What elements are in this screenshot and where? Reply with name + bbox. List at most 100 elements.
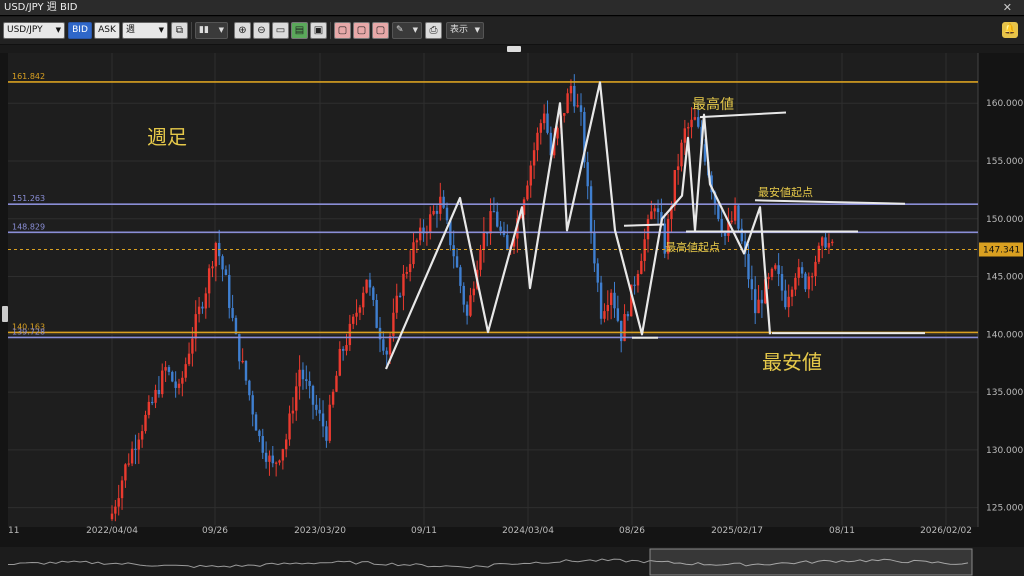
x-tick-label: 2023/03/20	[294, 526, 346, 536]
level-label: 139.728	[12, 327, 45, 336]
candle-body	[157, 389, 161, 395]
candle-body	[335, 375, 338, 392]
candle-body	[254, 414, 258, 431]
candle-body	[754, 289, 757, 314]
candle-body	[810, 276, 814, 278]
symbol-value: USD/JPY	[7, 25, 43, 35]
candle-body	[298, 369, 301, 387]
candle-body	[221, 256, 224, 270]
navigator-window[interactable]	[649, 548, 973, 576]
order-icon[interactable]: ▢	[334, 22, 351, 39]
candle-body	[774, 265, 777, 269]
alert-bell-icon[interactable]: 🔔	[1002, 22, 1018, 38]
candle-body	[650, 211, 653, 220]
candle-body	[268, 455, 271, 462]
candle-body	[184, 364, 187, 378]
ask-button[interactable]: ASK	[94, 22, 120, 39]
candle-body	[546, 113, 549, 133]
indicator-icon[interactable]: ▤	[291, 22, 308, 39]
candle-body	[680, 142, 683, 167]
candle-body	[140, 431, 144, 440]
candle-body	[110, 513, 114, 520]
annotation-segment[interactable]	[623, 223, 665, 227]
candle-body	[244, 360, 248, 381]
candle-body	[311, 385, 315, 405]
order-line-icon[interactable]: ▢	[353, 22, 370, 39]
candle-body	[191, 338, 194, 354]
candle-body	[817, 245, 821, 262]
candle-body	[345, 345, 348, 351]
close-icon[interactable]: ✕	[1003, 0, 1012, 16]
candlestick-icon: ▮▮	[199, 25, 209, 35]
x-tick-label: 08/11	[829, 526, 855, 536]
candle-body	[432, 210, 435, 215]
y-tick-label: 140.000	[986, 330, 1023, 340]
candle-body	[472, 288, 475, 296]
candle-body	[154, 389, 157, 403]
panel-collapse-handle[interactable]	[507, 46, 521, 52]
candle-body	[784, 290, 787, 308]
candle-body	[211, 266, 214, 269]
candle-body	[613, 292, 616, 309]
screenshot-icon[interactable]: ⎙	[425, 22, 442, 39]
candle-body	[365, 279, 368, 293]
window-title: USD/JPY 週 BID	[4, 2, 78, 13]
candle-body	[308, 381, 311, 386]
zoom-in-icon[interactable]: ⊕	[234, 22, 251, 39]
candle-body	[271, 455, 274, 464]
candle-body	[130, 448, 134, 464]
chart-toolbar: USD/JPY ▼ BID ASK 週 ▼ ⧉ ▮▮ ▼ ⊕ ⊖ ▭ ▤ ▣ ▢…	[0, 17, 1024, 45]
chevron-down-icon: ▼	[474, 26, 480, 34]
candle-body	[603, 311, 606, 319]
toolbar-divider	[191, 22, 192, 39]
level-label: 161.842	[12, 72, 45, 81]
candle-body	[352, 316, 355, 324]
chevron-down-icon: ▼	[412, 26, 418, 34]
candle-body	[214, 242, 218, 267]
candle-body	[566, 93, 569, 113]
candle-body	[676, 166, 680, 171]
candle-body	[576, 105, 579, 107]
scroll-end-icon[interactable]: ▣	[310, 22, 327, 39]
candle-body	[412, 242, 415, 265]
candle-body	[465, 304, 469, 316]
candle-body	[281, 449, 285, 461]
candle-body	[563, 112, 566, 116]
display-menu-label: 表示	[450, 25, 469, 35]
timeframe-select[interactable]: 週 ▼	[122, 22, 168, 39]
candle-body	[730, 220, 733, 223]
candle-body	[804, 273, 807, 290]
chevron-down-icon: ▼	[55, 26, 61, 34]
current-price-label: 147.341	[983, 246, 1020, 256]
zoom-out-icon[interactable]: ⊖	[253, 22, 270, 39]
candle-body	[435, 210, 439, 214]
chart-type-select[interactable]: ▮▮ ▼	[195, 22, 228, 39]
y-tick-label: 150.000	[986, 215, 1023, 225]
candle-body	[117, 498, 120, 507]
bid-button[interactable]: BID	[68, 22, 92, 39]
lowest-origin-label: 最安値起点	[758, 185, 813, 199]
candle-body	[415, 240, 419, 243]
compare-icon[interactable]: ⧉	[171, 22, 188, 39]
candle-body	[321, 413, 325, 427]
candle-body	[398, 295, 402, 297]
candle-body	[459, 267, 462, 286]
lowest-label: 最安値	[762, 350, 822, 374]
drawing-tool-select[interactable]: ✎ ▼	[392, 22, 422, 39]
symbol-select[interactable]: USD/JPY ▼	[3, 22, 65, 39]
display-menu-button[interactable]: 表示 ▼	[446, 22, 484, 39]
price-chart[interactable]: 160.000 155.000 150.000 145.000 140.000 135.0…	[0, 53, 1024, 576]
candle-body	[596, 263, 599, 283]
order-edit-icon[interactable]: ▢	[372, 22, 389, 39]
candle-body	[201, 306, 204, 309]
candle-body	[653, 208, 656, 212]
candle-body	[455, 256, 459, 268]
candle-body	[315, 404, 318, 410]
candle-body	[542, 113, 546, 124]
y-tick-label: 135.000	[986, 388, 1023, 398]
y-tick-label: 125.000	[986, 504, 1023, 514]
candle-body	[124, 464, 127, 481]
candle-body	[737, 205, 740, 229]
fit-view-icon[interactable]: ▭	[272, 22, 289, 39]
left-resize-handle[interactable]	[2, 306, 8, 322]
